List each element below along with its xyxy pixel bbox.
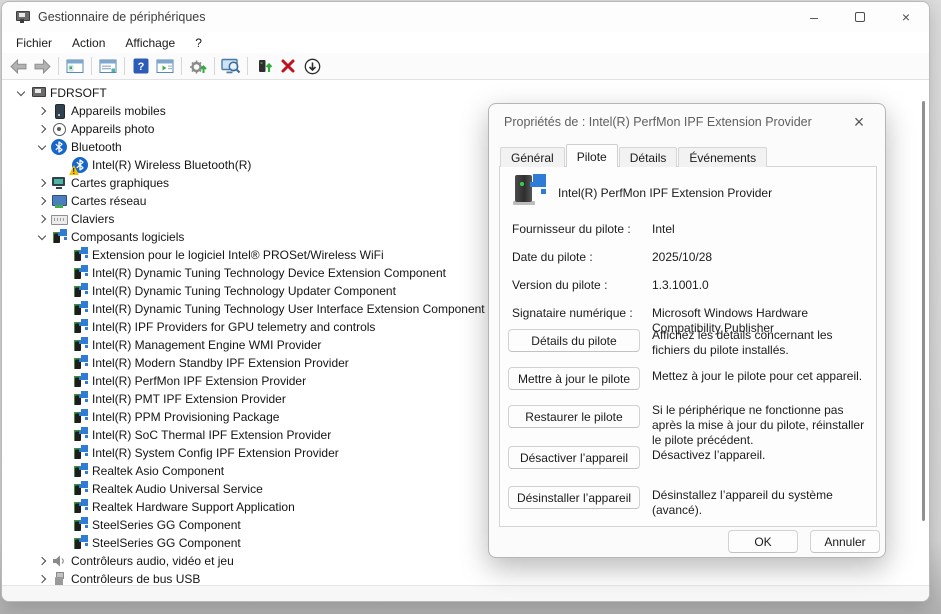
disable-device-icon[interactable] (300, 54, 324, 78)
tab-evenements[interactable]: Événements (678, 147, 767, 167)
menu-action[interactable]: Action (62, 33, 115, 53)
device-icon (512, 173, 548, 207)
chevron-right-icon[interactable] (33, 126, 51, 132)
software-component-icon (72, 427, 88, 443)
software-component-icon (72, 373, 88, 389)
software-component-icon (72, 499, 88, 515)
chevron-right-icon[interactable] (33, 558, 51, 564)
forward-icon[interactable] (30, 54, 54, 78)
toolbar-separator (181, 57, 182, 75)
audio-icon (51, 553, 67, 569)
show-action-pane-icon[interactable] (153, 54, 177, 78)
field-row: Date du pilote : 2025/10/28 (512, 250, 866, 265)
rollback-driver-button[interactable]: Restaurer le pilote (508, 405, 640, 428)
computer-icon (30, 85, 46, 101)
software-component-icon (72, 445, 88, 461)
properties-icon[interactable] (96, 54, 120, 78)
status-strip (2, 585, 929, 601)
software-component-icon (72, 463, 88, 479)
uninstall-device-description: Désinstallez l’appareil du système (avan… (652, 488, 870, 518)
tree-scrollbar[interactable] (922, 101, 925, 521)
driver-details-description: Affichez les détails concernant les fich… (652, 328, 870, 358)
chevron-right-icon[interactable] (33, 216, 51, 222)
software-component-icon (72, 391, 88, 407)
menu-help[interactable]: ? (185, 33, 212, 53)
update-driver-description: Mettez à jour le pilote pour cet apparei… (652, 369, 870, 384)
maximize-icon (855, 12, 865, 22)
maximize-button[interactable] (837, 2, 883, 32)
display-adapter-icon (51, 175, 67, 191)
scan-hardware-changes-icon[interactable] (186, 54, 210, 78)
software-component-icon (72, 517, 88, 533)
uninstall-device-icon[interactable] (276, 54, 300, 78)
software-component-icon (72, 247, 88, 263)
bluetooth-warning-icon (72, 157, 88, 173)
chevron-right-icon[interactable] (33, 576, 51, 582)
network-adapter-icon (51, 193, 67, 209)
toolbar-separator (124, 57, 125, 75)
device-manager-app-icon (14, 9, 30, 25)
ok-button[interactable]: OK (728, 530, 798, 553)
chevron-down-icon[interactable] (33, 145, 51, 149)
software-component-icon (72, 481, 88, 497)
software-component-icon (51, 229, 67, 245)
cancel-button[interactable]: Annuler (810, 530, 880, 553)
window-title: Gestionnaire de périphériques (38, 10, 205, 24)
dialog-close-icon[interactable]: × (847, 110, 871, 134)
software-component-icon (72, 337, 88, 353)
tab-general[interactable]: Général (500, 147, 565, 167)
tab-pilote[interactable]: Pilote (566, 144, 618, 167)
tab-details[interactable]: Détails (619, 147, 678, 167)
toolbar: ? (2, 53, 929, 80)
keyboard-icon (51, 211, 67, 227)
tree-item-computer[interactable]: FDRSOFT (4, 84, 916, 102)
warning-icon (69, 165, 79, 175)
mobile-device-icon (51, 103, 67, 119)
disable-device-button[interactable]: Désactiver l’appareil (508, 446, 640, 469)
remote-computer-search-icon[interactable] (219, 54, 243, 78)
toolbar-separator (247, 57, 248, 75)
show-console-tree-icon[interactable] (63, 54, 87, 78)
software-component-icon (72, 409, 88, 425)
dialog-title: Propriétés de : Intel(R) PerfMon IPF Ext… (504, 115, 812, 129)
driver-tab-page: Intel(R) PerfMon IPF Extension Provider … (499, 166, 877, 527)
properties-dialog: Propriétés de : Intel(R) PerfMon IPF Ext… (488, 103, 886, 558)
minimize-button[interactable]: – (791, 2, 837, 32)
software-component-icon (72, 283, 88, 299)
field-row: Version du pilote : 1.3.1001.0 (512, 278, 866, 293)
software-component-icon (72, 319, 88, 335)
chevron-right-icon[interactable] (33, 108, 51, 114)
menu-bar: Fichier Action Affichage ? (2, 32, 929, 53)
menu-fichier[interactable]: Fichier (6, 33, 62, 53)
title-bar: Gestionnaire de périphériques – × (2, 2, 929, 32)
field-row: Fournisseur du pilote : Intel (512, 222, 866, 237)
chevron-right-icon[interactable] (33, 180, 51, 186)
back-icon[interactable] (6, 54, 30, 78)
software-component-icon (72, 301, 88, 317)
software-component-icon (72, 535, 88, 551)
disable-device-description: Désactivez l’appareil. (652, 448, 870, 463)
update-driver-icon[interactable] (252, 54, 276, 78)
chevron-down-icon[interactable] (12, 91, 30, 95)
camera-icon (51, 121, 67, 137)
bluetooth-icon (51, 139, 67, 155)
close-button[interactable]: × (883, 2, 929, 32)
chevron-right-icon[interactable] (33, 198, 51, 204)
chevron-down-icon[interactable] (33, 235, 51, 239)
update-driver-button[interactable]: Mettre à jour le pilote (508, 367, 640, 390)
toolbar-separator (91, 57, 92, 75)
device-name: Intel(R) PerfMon IPF Extension Provider (558, 186, 772, 200)
help-icon[interactable]: ? (129, 54, 153, 78)
uninstall-device-button[interactable]: Désinstaller l’appareil (508, 486, 640, 509)
rollback-driver-description: Si le périphérique ne fonctionne pas apr… (652, 403, 870, 448)
driver-details-button[interactable]: Détails du pilote (508, 329, 640, 352)
svg-text:?: ? (138, 61, 145, 73)
software-component-icon (72, 265, 88, 281)
toolbar-separator (58, 57, 59, 75)
toolbar-separator (214, 57, 215, 75)
menu-affichage[interactable]: Affichage (115, 33, 185, 53)
dialog-tabs: Général Pilote Détails Événements (500, 144, 768, 167)
software-component-icon (72, 355, 88, 371)
